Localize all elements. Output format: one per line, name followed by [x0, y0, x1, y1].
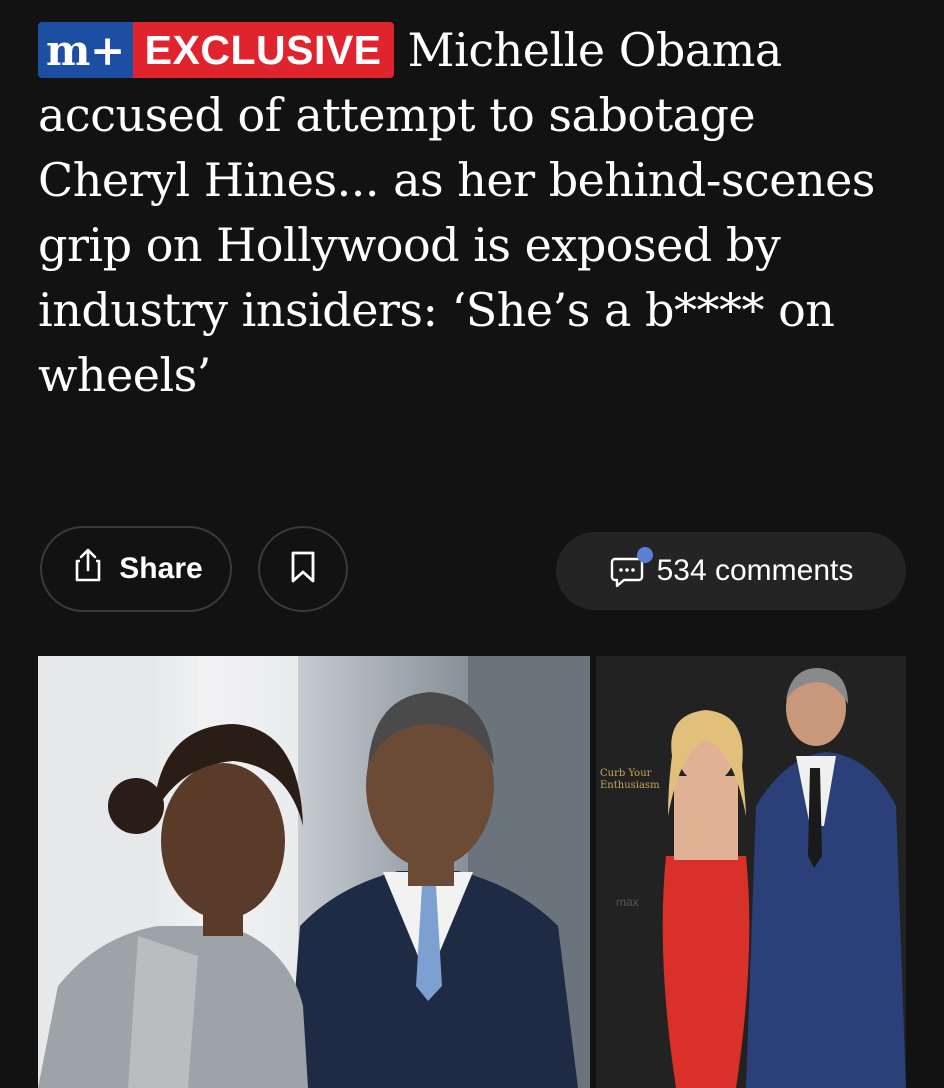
photo-obamas [38, 656, 590, 1088]
exclusive-label: EXCLUSIVE [132, 22, 394, 78]
bookmark-button[interactable] [258, 526, 348, 612]
svg-text:Curb Your: Curb Your [600, 768, 652, 779]
svg-text:Enthusiasm: Enthusiasm [600, 780, 660, 791]
comment-icon [609, 547, 653, 588]
comments-count: 534 comments [656, 554, 854, 587]
notification-dot [636, 547, 653, 563]
bookmark-icon [288, 550, 318, 589]
svg-text:max: max [616, 895, 639, 909]
share-icon [69, 546, 107, 592]
share-label: Share [119, 552, 203, 585]
mplus-logo: m+ [38, 22, 133, 78]
article-headline: m+ EXCLUSIVE Michelle Obama accused of att… [38, 18, 918, 408]
photo-hines-kennedy: Curb Your Enthusiasm max [596, 656, 906, 1088]
article-actions: Share 534 comments [38, 524, 906, 616]
comments-button[interactable]: 534 comments [556, 532, 906, 610]
article-image[interactable]: Curb Your Enthusiasm max [38, 656, 906, 1088]
share-button[interactable]: Share [40, 526, 232, 612]
exclusive-badge: m+ EXCLUSIVE [38, 22, 394, 78]
